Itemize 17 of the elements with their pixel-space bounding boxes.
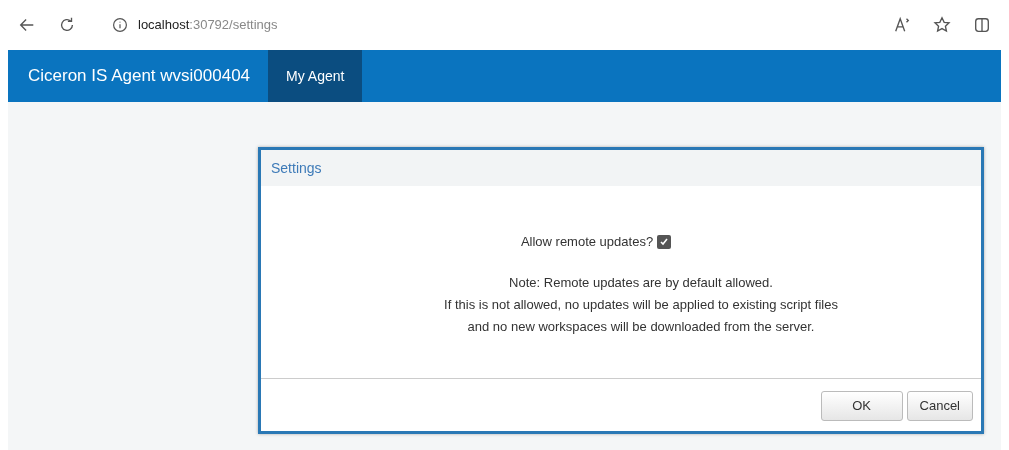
info-icon xyxy=(112,17,128,33)
note-text: If this is not allowed, no updates will be applied to existing script files xyxy=(444,295,838,314)
url-text: localhost:30792/settings xyxy=(138,16,278,35)
nav-tab[interactable]: My Agent xyxy=(268,50,363,102)
note-text: Note: Remote updates are by default allowed. xyxy=(509,273,773,292)
ok-button[interactable]: OK xyxy=(820,391,903,421)
split-screen-icon[interactable] xyxy=(973,16,991,34)
reload-icon[interactable] xyxy=(58,16,76,34)
note-text: and no new workspaces will be downloaded from the server. xyxy=(467,317,815,336)
option-label: Allow remote updates? xyxy=(520,233,654,251)
checkbox[interactable] xyxy=(657,234,672,249)
cancel-button[interactable]: Cancel xyxy=(906,391,973,421)
brand-title: Ciceron IS Agent wvsi000404 xyxy=(27,65,252,88)
back-icon[interactable] xyxy=(18,16,36,34)
star-icon[interactable] xyxy=(933,16,951,34)
read-aloud-icon[interactable] xyxy=(893,16,911,34)
dialog-title: Settings xyxy=(271,158,322,178)
